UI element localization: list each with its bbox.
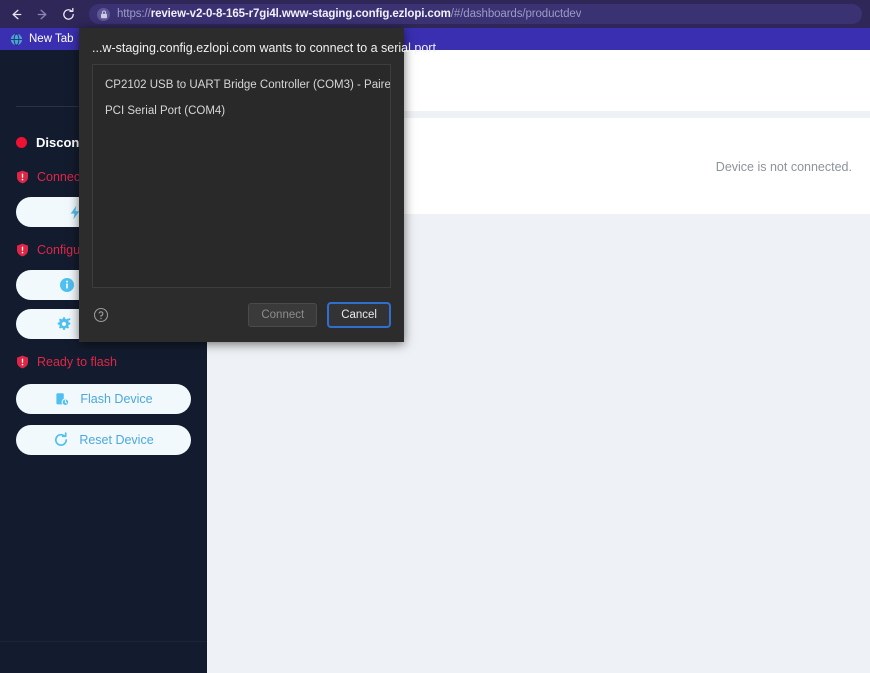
arrow-left-icon [9,7,24,22]
list-item[interactable]: CP2102 USB to UART Bridge Controller (CO… [93,72,390,98]
reset-device-button[interactable]: Reset Device [16,425,191,455]
address-bar[interactable]: https://review-v2-0-8-165-r7gi4l.www-sta… [89,4,862,24]
sidebar-footer-divider [0,641,207,642]
shield-alert-icon [16,170,29,184]
reload-button[interactable] [60,6,77,23]
flash-device-button-label: Flash Device [80,392,153,406]
url-prefix: https:// [117,8,151,20]
flash-device-button[interactable]: Flash Device [16,384,191,414]
globe-icon [10,33,23,46]
device-list[interactable]: CP2102 USB to UART Bridge Controller (CO… [92,64,391,288]
url-text: https://review-v2-0-8-165-r7gi4l.www-sta… [117,8,581,20]
arrow-right-icon [35,7,50,22]
dialog-cancel-button[interactable]: Cancel [327,302,391,328]
screen: https://review-v2-0-8-165-r7gi4l.www-sta… [0,0,870,673]
url-host: review-v2-0-8-165-r7gi4l.www-staging.con… [150,8,451,20]
serial-port-dialog: ...w-staging.config.ezlopi.com wants to … [79,28,436,342]
help-circle-icon[interactable] [92,307,109,324]
section-label: Ready to flash [37,355,117,369]
lock-icon [97,7,110,21]
reset-device-button-label: Reset Device [79,433,154,447]
status-dot-icon [16,136,27,148]
shield-alert-icon [16,243,29,257]
shield-alert-icon [16,355,29,369]
forward-button[interactable] [34,6,51,23]
refresh-icon [53,432,69,448]
browser-toolbar: https://review-v2-0-8-165-r7gi4l.www-sta… [0,0,870,28]
dialog-title: ...w-staging.config.ezlopi.com wants to … [92,41,436,55]
back-button[interactable] [8,6,25,23]
section-ready-to-flash: Ready to flash [16,351,191,373]
list-item[interactable]: PCI Serial Port (COM4) [93,98,390,124]
bookmark-new-tab[interactable]: New Tab [6,30,78,48]
bookmark-label: New Tab [29,33,74,45]
url-path: /#/dashboards/productdev [450,8,582,20]
flash-device-icon [54,391,70,407]
dialog-footer: Connect Cancel [79,288,404,342]
reload-icon [61,7,76,22]
dialog-connect-button[interactable]: Connect [248,303,318,327]
gear-icon [56,316,72,332]
device-status-message: Device is not connected. [715,160,852,174]
info-icon [59,277,75,293]
